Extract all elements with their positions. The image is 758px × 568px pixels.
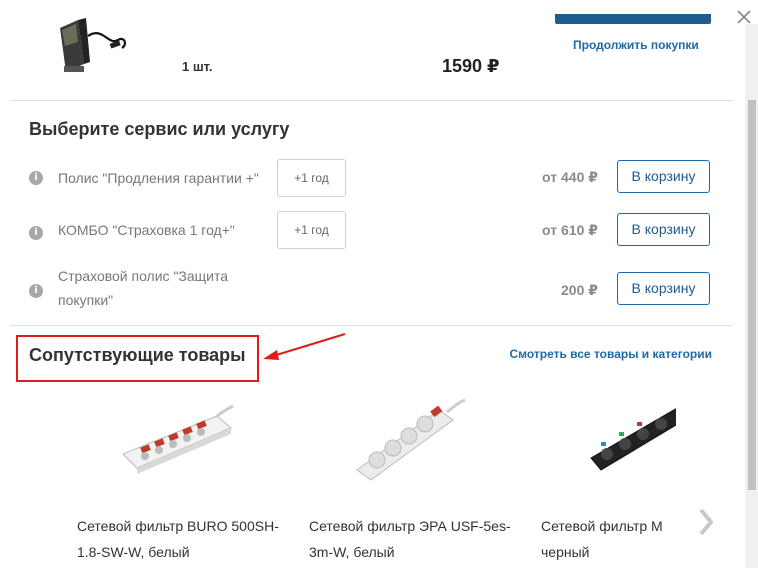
- continue-shopping-link[interactable]: Продолжить покупки: [573, 38, 699, 52]
- cart-item-row: 1 шт. 1590 ₽ Продолжить покупки: [10, 0, 732, 101]
- close-icon: [737, 10, 751, 24]
- service-price: 200 ₽: [561, 282, 598, 298]
- item-quantity: 1 шт.: [182, 59, 213, 74]
- checkout-button[interactable]: [555, 14, 711, 24]
- info-icon[interactable]: i: [29, 226, 43, 240]
- service-label: Полис "Продления гарантии +": [58, 170, 259, 186]
- service-label: КОМБО "Страховка 1 год+": [58, 222, 235, 238]
- term-button[interactable]: +1 год: [277, 211, 346, 249]
- carousel-next-button[interactable]: [696, 506, 716, 538]
- scrollbar-thumb[interactable]: [748, 100, 756, 490]
- annotation-arrow-icon: [263, 333, 346, 360]
- product-card[interactable]: Сетевой фильтр М черный: [541, 386, 676, 568]
- product-card[interactable]: Сетевой фильтр BURO 500SH-1.8-SW-W, белы…: [77, 386, 287, 568]
- product-image-vacuum: [48, 6, 128, 78]
- service-price: от 610 ₽: [542, 222, 598, 238]
- product-image-power-strip-white: [117, 394, 237, 484]
- related-products-section: Сопутствующие товары Смотреть все товары…: [10, 326, 732, 568]
- view-all-link[interactable]: Смотреть все товары и категории: [509, 347, 712, 361]
- info-icon[interactable]: i: [29, 171, 43, 185]
- product-card[interactable]: Сетевой фильтр ЭРА USF-5es-3m-W, белый: [309, 386, 519, 568]
- chevron-right-icon: [699, 508, 714, 536]
- services-title: Выберите сервис или услугу: [29, 119, 290, 139]
- service-row: i Страховой полис "Защита покупки" 200 ₽…: [10, 263, 732, 319]
- related-title: Сопутствующие товары: [29, 345, 246, 365]
- product-name: Сетевой фильтр М черный: [541, 518, 663, 560]
- service-row: i КОМБО "Страховка 1 год+" +1 год от 610…: [10, 211, 732, 255]
- item-price: 1590 ₽: [442, 56, 500, 76]
- add-to-cart-button[interactable]: В корзину: [617, 213, 710, 246]
- add-to-cart-button[interactable]: В корзину: [617, 272, 710, 305]
- service-label: Страховой полис "Защита покупки": [58, 268, 229, 308]
- product-image-power-strip-grey: [349, 394, 469, 484]
- service-price: от 440 ₽: [542, 169, 598, 185]
- product-name: Сетевой фильтр ЭРА USF-5es-3m-W, белый: [309, 518, 511, 560]
- product-image-power-strip-black: [581, 394, 676, 484]
- product-name: Сетевой фильтр BURO 500SH-1.8-SW-W, белы…: [77, 518, 279, 560]
- close-button[interactable]: [733, 4, 755, 26]
- services-section: Выберите сервис или услугу i Полис "Прод…: [10, 101, 732, 326]
- service-row: i Полис "Продления гарантии +" +1 год от…: [10, 156, 732, 200]
- info-icon[interactable]: i: [29, 284, 43, 298]
- add-to-cart-button[interactable]: В корзину: [617, 160, 710, 193]
- term-button[interactable]: +1 год: [277, 159, 346, 197]
